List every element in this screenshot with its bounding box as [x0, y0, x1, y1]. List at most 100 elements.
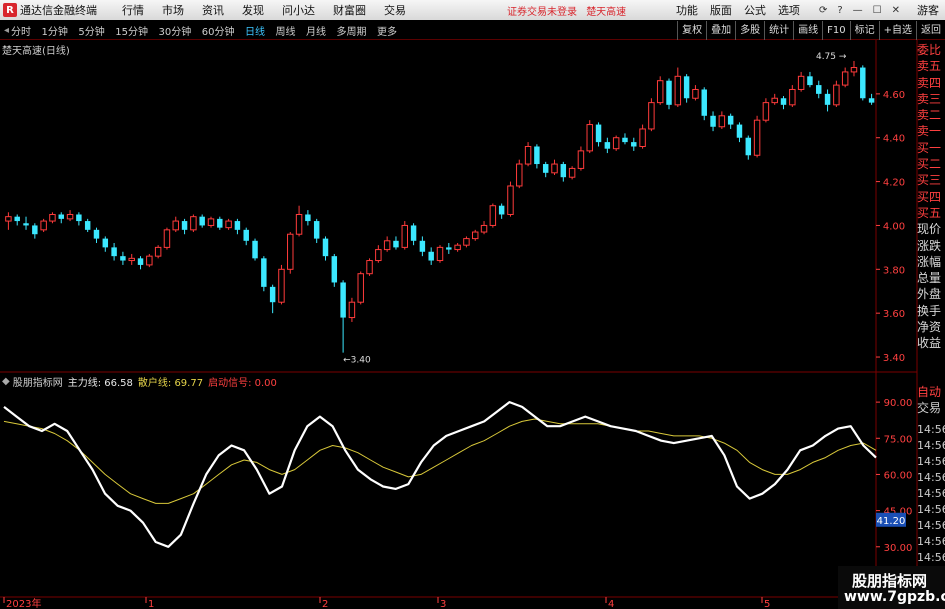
candle-body — [393, 240, 399, 248]
candle-body — [648, 102, 655, 130]
candle-body — [736, 124, 743, 138]
watermark-url: www.7gpzb.com — [844, 589, 945, 605]
candle-body — [410, 225, 417, 241]
candle-body — [622, 137, 628, 143]
candle-body — [586, 124, 593, 152]
candle-body — [860, 67, 866, 99]
candle-body — [243, 229, 249, 241]
candle-body — [348, 301, 356, 319]
trade-label[interactable]: 交易 — [917, 400, 945, 416]
tick-time: 14:56 — [917, 439, 945, 452]
candle-body — [701, 89, 707, 116]
candle-body — [816, 85, 822, 94]
candle-body — [102, 238, 109, 248]
candle-body — [807, 76, 813, 86]
candle-body — [710, 115, 716, 127]
candle-body — [225, 220, 232, 229]
time-tick-label: 4 — [608, 599, 614, 609]
candle-body — [489, 205, 497, 226]
candle-body — [463, 238, 470, 246]
quote-panel: 委比 卖五 卖四 卖三 卖二 卖一 买一 买二 买三 买四 买五 现价 涨跌 涨幅 总量 外盘 换手 净资 收益 — [917, 42, 945, 365]
quote-label: 总量 — [917, 271, 942, 286]
candle-body — [234, 221, 241, 230]
candle-body — [480, 224, 488, 233]
candle-body — [824, 93, 831, 105]
tick-time: 14:56 — [917, 423, 945, 436]
candle-body — [577, 150, 585, 169]
indicator-tick-label: 60.00 — [884, 470, 913, 481]
indicator-tick-label: 90.00 — [884, 398, 913, 409]
candle-body — [58, 214, 64, 219]
candle-body — [172, 220, 179, 231]
candle-body — [674, 75, 682, 106]
candle-body — [383, 240, 391, 251]
candle-body — [780, 98, 787, 105]
quote-label: 买五 — [917, 205, 942, 220]
tick-time: 14:56 — [917, 551, 945, 564]
low-price-label: ←3.40 — [343, 356, 371, 366]
price-tick-label: 4.60 — [883, 90, 905, 101]
quote-label: 买三 — [917, 173, 942, 188]
candle-body — [217, 218, 223, 228]
candle-body — [656, 80, 664, 104]
candle-body — [305, 214, 311, 222]
auto-trade-panel[interactable]: 自动 交易 — [917, 384, 945, 416]
time-tick-label: 2023年 — [6, 597, 41, 609]
quote-label: 卖四 — [917, 75, 942, 90]
candle-body — [753, 119, 761, 156]
auto-label[interactable]: 自动 — [917, 384, 945, 400]
candle-body — [683, 76, 690, 99]
tick-time-list: 14:56 14:56 14:56 14:56 14:56 14:56 14:56 14:56… — [917, 422, 945, 566]
candle-body — [269, 286, 276, 303]
tick-time: 14:56 — [917, 535, 945, 548]
candle-body — [833, 84, 840, 106]
candle-body — [76, 214, 82, 222]
quote-label: 卖二 — [917, 108, 942, 123]
candle-body — [436, 246, 444, 262]
time-tick-label: 1 — [148, 599, 154, 609]
candle-body — [128, 257, 135, 262]
quote-label: 卖一 — [917, 124, 942, 139]
candle-body — [498, 205, 505, 215]
candle-body — [5, 216, 12, 222]
time-tick-label: 3 — [440, 599, 446, 609]
quote-label: 涨幅 — [917, 254, 942, 269]
candle-body — [639, 128, 646, 147]
candle-body — [340, 282, 346, 318]
candle-body — [287, 233, 294, 270]
tick-time: 14:56 — [917, 519, 945, 532]
candle-body — [49, 213, 56, 222]
candle-body — [692, 88, 699, 99]
price-tick-label: 4.20 — [883, 178, 905, 189]
candle-body — [568, 167, 576, 178]
candle-body — [841, 71, 849, 86]
candle-body — [84, 221, 91, 230]
high-price-label: 4.75 → — [816, 52, 847, 62]
kline-chart[interactable]: 4.60 4.40 4.20 4.00 3.80 3.60 3.40 4.75 → ←3.40 9… — [0, 0, 945, 609]
candle-body — [789, 88, 796, 106]
main-line — [3, 401, 877, 548]
indicator-name[interactable]: 股朋指标网 — [13, 374, 63, 389]
indicator-tick-label: 30.00 — [884, 543, 913, 554]
candle-body — [401, 224, 408, 248]
quote-label: 涨跌 — [917, 238, 942, 253]
candle-body — [797, 75, 805, 90]
candle-body — [137, 258, 144, 265]
candle-body — [524, 145, 532, 165]
watermark-title: 股朋指标网 — [852, 572, 928, 590]
candle-body — [868, 98, 875, 103]
candle-body — [612, 137, 620, 150]
indicator-settings-icon[interactable]: ◆ — [2, 376, 10, 387]
candle-body — [595, 124, 602, 143]
retail-line-value: 散户线: 69.77 — [137, 378, 204, 389]
price-tick-label: 4.00 — [883, 221, 905, 232]
candle-body — [727, 115, 734, 125]
candle-body — [771, 97, 778, 104]
price-tick-label: 3.80 — [883, 265, 905, 276]
tick-time: 14:56 — [917, 455, 945, 468]
candle-body — [604, 142, 611, 149]
candle-body — [516, 163, 523, 187]
quote-label: 收益 — [917, 336, 942, 351]
candle-body — [534, 146, 540, 165]
cursor-value-label: 41.20 — [877, 516, 906, 527]
